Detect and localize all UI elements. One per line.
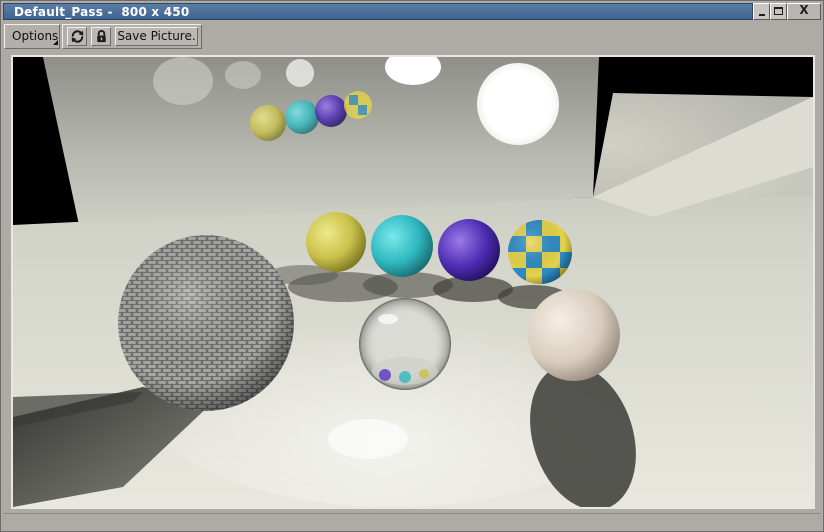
options-button[interactable]: Options (4, 24, 60, 49)
close-icon: X (799, 3, 809, 17)
window-title: Default_Pass - 800 x 450 (14, 5, 190, 19)
lock-button[interactable] (91, 27, 111, 46)
save-picture-button[interactable]: Save Picture. (115, 27, 198, 46)
minimize-icon (759, 14, 765, 16)
status-bar (3, 513, 821, 530)
title-bar[interactable]: Default_Pass - 800 x 450 (3, 3, 753, 20)
minimize-button[interactable] (753, 3, 770, 20)
toolbar: Options Save Picture. (3, 23, 821, 51)
render-tools-group: Save Picture. (62, 24, 202, 49)
maximize-icon (774, 7, 783, 15)
maximize-button[interactable] (770, 3, 787, 20)
close-button[interactable]: X (787, 3, 821, 20)
render-viewport[interactable] (11, 55, 815, 509)
options-label: Options (12, 29, 59, 43)
options-menu-indicator-icon (53, 40, 58, 45)
refresh-button[interactable] (67, 27, 87, 46)
render-window: Default_Pass - 800 x 450 X Options Save … (0, 0, 824, 532)
refresh-icon (71, 30, 84, 43)
rendered-scene (13, 57, 813, 507)
lock-icon (97, 30, 106, 43)
